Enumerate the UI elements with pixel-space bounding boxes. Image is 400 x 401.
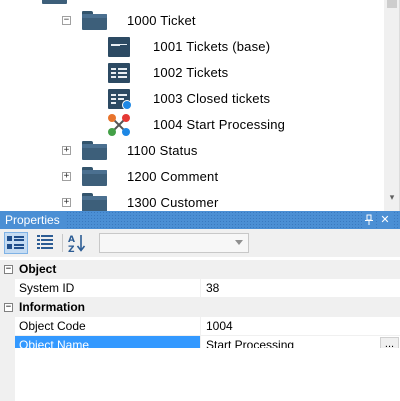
sort-az-button[interactable]: A Z: [66, 232, 90, 255]
property-value[interactable]: 1004: [200, 317, 400, 336]
tree-item-label: 1300 Customer: [127, 195, 219, 210]
tree-item-label: 1003 Closed tickets: [153, 91, 271, 106]
tree-item-label: 1100 Status: [127, 143, 198, 158]
property-value[interactable]: 38: [200, 279, 400, 298]
close-icon[interactable]: ✕: [378, 212, 392, 228]
tree-item-1100-status[interactable]: + 1100 Status: [0, 138, 384, 164]
folder-icon: [82, 193, 107, 211]
tree-item-label: 1200 Comment: [127, 169, 219, 184]
svg-text:A: A: [68, 235, 75, 245]
collapse-icon[interactable]: −: [4, 303, 13, 312]
folder-icon: [82, 141, 107, 160]
pin-icon[interactable]: [362, 212, 376, 228]
property-pages-dropdown[interactable]: [99, 233, 249, 253]
panel-title: Properties: [0, 211, 65, 229]
category-row-object[interactable]: − Object: [0, 260, 400, 279]
property-row-object-code[interactable]: Object Code 1004: [0, 317, 400, 336]
categorized-view-button[interactable]: [4, 232, 28, 254]
tree-item-label: 1004 Start Processing: [153, 117, 286, 132]
property-name[interactable]: System ID: [15, 279, 200, 298]
row-gutter: [0, 317, 15, 336]
process-icon: [107, 113, 131, 137]
tree-item-1003-closed-tickets[interactable]: 1003 Closed tickets: [0, 86, 384, 112]
expand-icon[interactable]: +: [62, 146, 71, 155]
table-icon: [108, 37, 130, 57]
table-list-icon: [108, 63, 130, 83]
tree-item-label: 1002 Tickets: [153, 65, 229, 80]
category-label: Information: [19, 300, 85, 314]
category-row-information[interactable]: − Information: [0, 298, 400, 317]
tree-item-label: 1000 Ticket: [127, 13, 196, 28]
tree-scrollbar[interactable]: ▾: [384, 0, 399, 211]
tree-item-1300-customer[interactable]: + 1300 Customer: [0, 190, 384, 211]
alphabetical-view-button[interactable]: [34, 232, 58, 254]
object-tree: − 1000 Ticket 1001 Tickets (base) 1002 T…: [0, 0, 400, 211]
categorized-view-icon: [7, 236, 24, 249]
toolbar-separator: [62, 234, 63, 252]
scrollbar-thumb[interactable]: [387, 0, 397, 8]
table-closed-icon: [108, 89, 132, 110]
expand-icon[interactable]: +: [62, 172, 71, 181]
row-gutter: [0, 279, 15, 298]
tree-row-partial: [42, 0, 82, 4]
expand-icon[interactable]: +: [62, 198, 71, 207]
chevron-down-icon: [235, 240, 243, 245]
scroll-down-arrow-icon[interactable]: ▾: [388, 193, 396, 202]
property-grid-empty-area: [0, 348, 400, 401]
tree-item-1001-tickets-base[interactable]: 1001 Tickets (base): [0, 34, 384, 60]
tree-item-label: 1001 Tickets (base): [153, 39, 271, 54]
folder-icon: [82, 11, 107, 30]
property-name[interactable]: Object Code: [15, 317, 200, 336]
properties-panel: Properties ✕ A Z − Object System ID 38 −…: [0, 211, 400, 401]
properties-toolbar: A Z: [0, 229, 400, 257]
sort-az-icon: A Z: [68, 235, 86, 255]
alphabetical-view-icon: [37, 235, 53, 249]
svg-text:Z: Z: [68, 245, 75, 254]
tree-item-1004-start-processing[interactable]: 1004 Start Processing: [0, 112, 384, 138]
collapse-icon[interactable]: −: [62, 16, 71, 25]
collapse-icon[interactable]: −: [4, 265, 13, 274]
tree-item-1002-tickets[interactable]: 1002 Tickets: [0, 60, 384, 86]
tree-item-1200-comment[interactable]: + 1200 Comment: [0, 164, 384, 190]
property-row-system-id[interactable]: System ID 38: [0, 279, 400, 298]
tree-item-1000-ticket[interactable]: − 1000 Ticket: [0, 8, 384, 34]
properties-header: Properties ✕: [0, 211, 400, 229]
category-label: Object: [19, 262, 57, 276]
folder-icon: [82, 167, 107, 186]
